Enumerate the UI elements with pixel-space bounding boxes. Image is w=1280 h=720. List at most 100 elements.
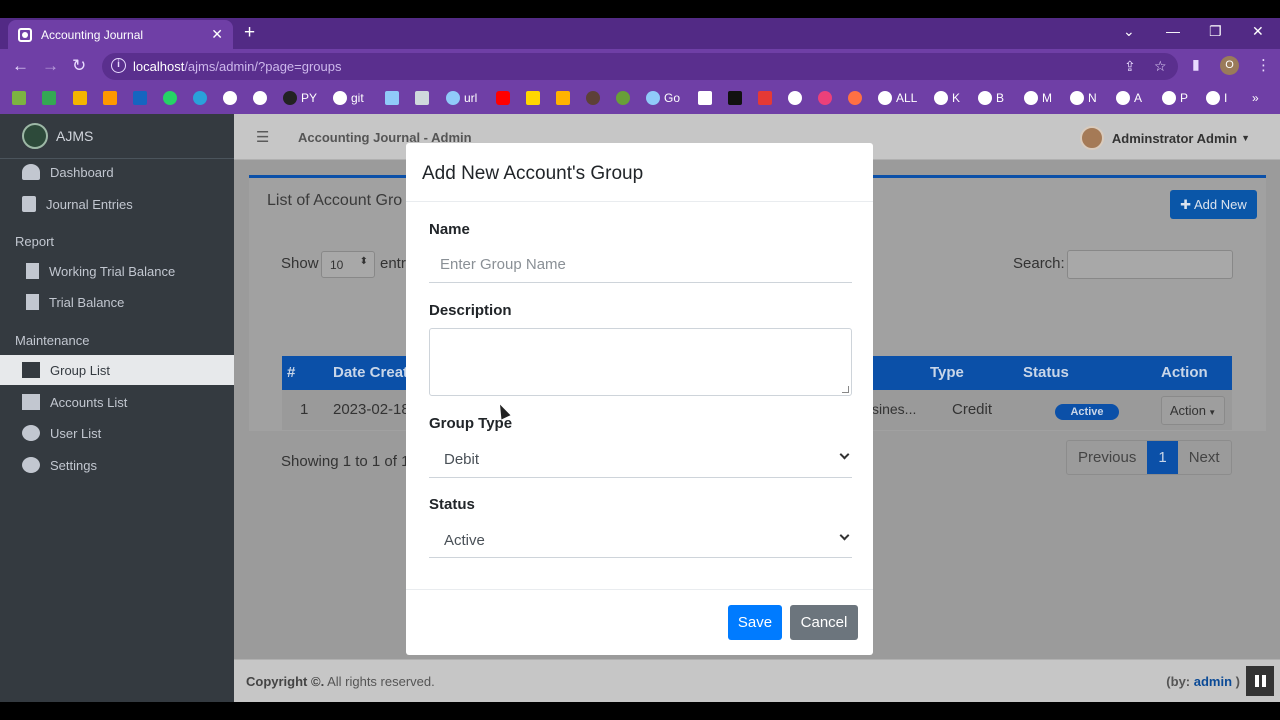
tab-close-icon[interactable]: ✕: [211, 26, 223, 43]
search-input[interactable]: [1067, 250, 1233, 279]
whatsapp-icon[interactable]: [163, 90, 181, 106]
back-icon[interactable]: ←: [12, 56, 29, 76]
admin-link[interactable]: admin: [1194, 674, 1232, 689]
status-select[interactable]: Active: [429, 522, 852, 558]
sidebar-item-settings[interactable]: Settings: [0, 450, 234, 480]
bookmark-icon[interactable]: [698, 90, 716, 106]
col-header-status[interactable]: Status: [1023, 364, 1069, 381]
google-icon[interactable]: [788, 90, 806, 106]
avatar: [1079, 126, 1104, 150]
site-info-icon[interactable]: i: [111, 58, 126, 73]
list-icon: [22, 362, 40, 378]
bookmark-icon[interactable]: [103, 90, 121, 106]
logo-icon: [22, 123, 48, 149]
sidebar-item-group-list[interactable]: Group List: [0, 355, 234, 385]
bookmark-p[interactable]: P: [1162, 90, 1188, 106]
bookmark-star-icon[interactable]: ☆: [1154, 58, 1167, 75]
user-menu[interactable]: Adminstrator Admin ▼: [1079, 126, 1250, 150]
bookmark-i[interactable]: I: [1206, 90, 1227, 106]
bookmark-m[interactable]: M: [1024, 90, 1052, 106]
bookmark-py[interactable]: PY: [283, 90, 317, 106]
sidebar-item-journal-entries[interactable]: Journal Entries: [0, 189, 234, 219]
restore-icon[interactable]: ❐: [1209, 23, 1222, 40]
bookmark-icon[interactable]: [415, 90, 433, 106]
bookmark-b[interactable]: B: [978, 90, 1004, 106]
sidepanel-icon[interactable]: ▮: [1192, 56, 1200, 73]
sidebar-item-label: Dashboard: [50, 164, 114, 180]
share-icon[interactable]: ⇪: [1124, 58, 1136, 75]
bookmark-git[interactable]: git: [333, 90, 364, 106]
cancel-button[interactable]: Cancel: [790, 605, 858, 640]
bookmark-icon[interactable]: [73, 90, 91, 106]
sidebar-item-trial-balance[interactable]: Trial Balance: [0, 287, 234, 317]
bookmark-icon[interactable]: [728, 90, 746, 106]
col-header-action[interactable]: Action: [1161, 364, 1208, 381]
bookmark-icon[interactable]: [12, 90, 30, 106]
add-new-button[interactable]: ✚ Add New: [1170, 190, 1257, 219]
sidebar-item-user-list[interactable]: User List: [0, 418, 234, 448]
name-field[interactable]: Enter Group Name: [429, 247, 852, 283]
brand[interactable]: AJMS: [0, 114, 234, 159]
showing-info: Showing 1 to 1 of 1: [281, 453, 410, 470]
bookmark-all[interactable]: ALL: [878, 90, 917, 106]
entries-select[interactable]: 10 ⬍: [321, 251, 375, 278]
bookmark-icon[interactable]: [133, 90, 151, 106]
col-header-date[interactable]: Date Creat: [333, 364, 408, 381]
col-header-num[interactable]: #: [287, 364, 295, 381]
sidebar-item-dashboard[interactable]: Dashboard: [0, 157, 234, 187]
google-icon[interactable]: [253, 90, 271, 106]
bookmark-a[interactable]: A: [1116, 90, 1142, 106]
browser-titlebar: Accounting Journal ✕ + ⌄ — ❐ ✕: [0, 18, 1280, 49]
previous-button[interactable]: Previous: [1067, 441, 1147, 474]
menu-kebab-icon[interactable]: ⋮: [1256, 56, 1271, 74]
pause-icon[interactable]: [1246, 666, 1274, 696]
reload-icon[interactable]: ↻: [72, 56, 86, 76]
bookmark-icon[interactable]: [526, 90, 544, 106]
minimize-icon[interactable]: —: [1166, 23, 1180, 39]
sidebar: AJMS Dashboard Journal Entries Report Wo…: [0, 114, 234, 702]
close-window-icon[interactable]: ✕: [1252, 23, 1264, 40]
sidebar-item-accounts-list[interactable]: Accounts List: [0, 387, 234, 417]
sidebar-item-working-trial-balance[interactable]: Working Trial Balance: [0, 256, 234, 286]
page-1-button[interactable]: 1: [1147, 441, 1178, 474]
cell-date: 2023-02-18: [333, 401, 410, 418]
youtube-icon[interactable]: [496, 90, 514, 106]
description-field[interactable]: [429, 328, 852, 396]
google-icon[interactable]: [223, 90, 241, 106]
bookmark-k[interactable]: K: [934, 90, 960, 106]
telegram-icon[interactable]: [193, 90, 211, 106]
col-header-type[interactable]: Type: [930, 364, 964, 381]
tab-search-icon[interactable]: ⌄: [1123, 23, 1135, 40]
show-label: Show: [281, 255, 319, 272]
new-tab-button[interactable]: +: [244, 22, 255, 44]
name-label: Name: [429, 221, 470, 238]
bookmark-icon[interactable]: [616, 90, 634, 106]
entries-label: entr: [380, 255, 406, 272]
chevron-down-icon: [839, 449, 850, 460]
browser-tab[interactable]: Accounting Journal ✕: [8, 20, 233, 49]
bookmark-icon[interactable]: [586, 90, 604, 106]
bookmark-n[interactable]: N: [1070, 90, 1097, 106]
entries-value: 10: [330, 258, 344, 272]
action-dropdown-button[interactable]: Action ▼: [1161, 396, 1225, 425]
profile-avatar[interactable]: O: [1220, 56, 1239, 75]
bookmark-icon[interactable]: [818, 90, 836, 106]
bookmark-icon[interactable]: [758, 90, 776, 106]
bookmark-url[interactable]: url: [446, 90, 477, 106]
more-bookmarks-icon[interactable]: »: [1252, 90, 1259, 106]
bookmark-icon[interactable]: [385, 90, 403, 106]
bookmark-go[interactable]: Go: [646, 90, 680, 106]
next-button[interactable]: Next: [1178, 441, 1231, 474]
group-type-select[interactable]: Debit: [429, 441, 852, 478]
hamburger-icon[interactable]: ☰: [256, 128, 269, 146]
bookmark-icon[interactable]: [848, 90, 866, 106]
bookmark-icon[interactable]: [42, 90, 60, 106]
dashboard-icon: [22, 164, 40, 180]
bookmark-icon[interactable]: [556, 90, 574, 106]
resize-handle-icon[interactable]: [842, 386, 849, 393]
sidebar-item-label: Trial Balance: [49, 294, 125, 310]
save-button[interactable]: Save: [728, 605, 782, 640]
card-title: List of Account Gro: [267, 192, 403, 209]
forward-icon[interactable]: →: [42, 56, 59, 76]
address-bar[interactable]: i localhost/ajms/admin/?page=groups ⇪ ☆: [102, 53, 1178, 80]
